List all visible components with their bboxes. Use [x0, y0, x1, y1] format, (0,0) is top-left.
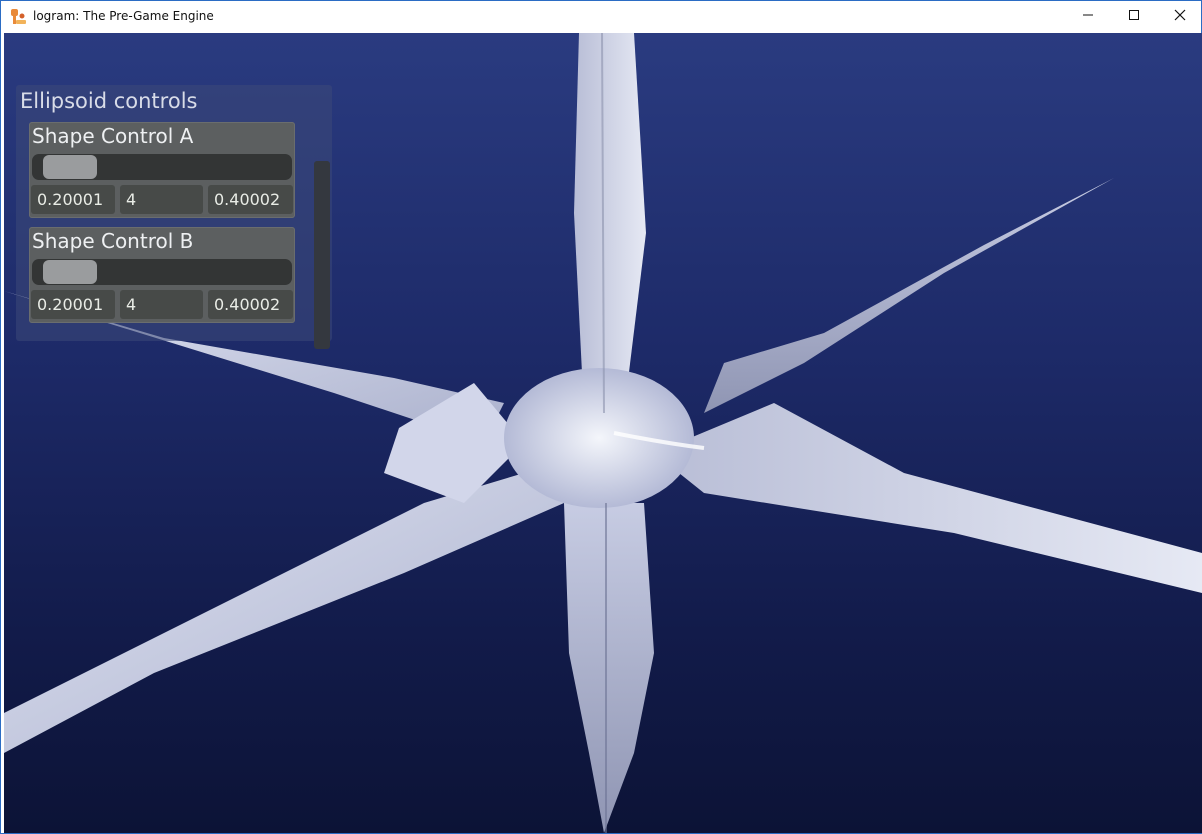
maximize-button[interactable] — [1111, 1, 1157, 32]
shape-control-b-count-field[interactable]: 4 — [120, 290, 203, 319]
close-icon — [1174, 8, 1186, 26]
shape-control-a-count-field[interactable]: 4 — [120, 185, 203, 214]
minimize-button[interactable] — [1065, 1, 1111, 32]
shape-control-b-group: Shape Control B 0.20001 4 0.40002 — [29, 227, 295, 323]
shape-control-a-max-field[interactable]: 0.40002 — [208, 185, 293, 214]
shape-control-a-fields: 0.20001 4 0.40002 — [29, 185, 295, 215]
spike-upper-right — [704, 178, 1114, 413]
spike-bottom — [564, 503, 654, 833]
spike-right — [654, 403, 1202, 593]
app-logo-icon — [10, 8, 28, 26]
spike-top — [574, 33, 646, 413]
star-core — [504, 368, 694, 508]
spike-lower-left — [4, 473, 564, 753]
shape-control-a-label: Shape Control A — [32, 124, 194, 148]
shape-control-b-slider[interactable] — [32, 259, 292, 285]
title-bar[interactable]: logram: The Pre-Game Engine — [1, 1, 1201, 32]
window-title: logram: The Pre-Game Engine — [33, 9, 214, 23]
shape-control-b-slider-thumb[interactable] — [43, 260, 97, 284]
shape-control-b-fields: 0.20001 4 0.40002 — [29, 290, 295, 320]
3d-viewport[interactable]: Ellipsoid controls Shape Control A 0.200… — [4, 33, 1202, 833]
close-button[interactable] — [1157, 1, 1202, 32]
shape-control-b-max-field[interactable]: 0.40002 — [208, 290, 293, 319]
app-window: logram: The Pre-Game Engine Ellipsoid co… — [0, 0, 1202, 834]
shape-control-b-label: Shape Control B — [32, 229, 194, 253]
minimize-icon — [1082, 8, 1094, 26]
panel-scrollbar[interactable] — [314, 161, 330, 349]
shape-control-a-slider-thumb[interactable] — [43, 155, 97, 179]
shape-control-a-group: Shape Control A 0.20001 4 0.40002 — [29, 122, 295, 218]
shape-control-a-min-field[interactable]: 0.20001 — [31, 185, 115, 214]
panel-title: Ellipsoid controls — [20, 89, 198, 113]
maximize-icon — [1128, 8, 1140, 26]
shape-control-a-slider[interactable] — [32, 154, 292, 180]
ellipsoid-controls-panel: Ellipsoid controls Shape Control A 0.200… — [16, 85, 332, 349]
shape-control-b-min-field[interactable]: 0.20001 — [31, 290, 115, 319]
